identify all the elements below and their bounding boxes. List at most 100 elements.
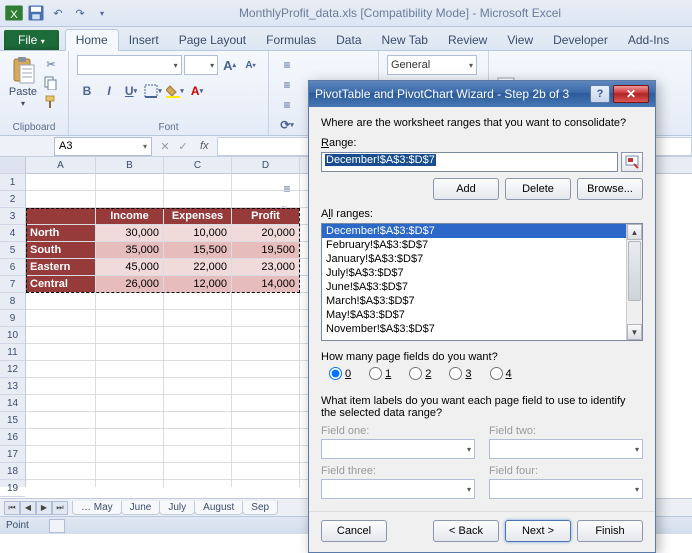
range-item[interactable]: November!$A$3:$D$7	[322, 322, 642, 336]
cell[interactable]	[96, 310, 164, 327]
cell[interactable]	[26, 327, 96, 344]
italic-icon[interactable]: I	[99, 81, 119, 101]
paste-label[interactable]: Paste	[9, 86, 37, 98]
cell[interactable]	[232, 412, 300, 429]
cell[interactable]: 10,000	[164, 225, 232, 242]
cell[interactable]: Eastern	[26, 259, 96, 276]
cell[interactable]	[232, 344, 300, 361]
scroll-up-icon[interactable]: ▲	[627, 224, 642, 240]
sheet-nav-prev-icon[interactable]: ◀	[20, 501, 36, 515]
cell[interactable]: 22,000	[164, 259, 232, 276]
tab-review[interactable]: Review	[438, 30, 497, 50]
shrink-font-icon[interactable]: A▾	[241, 55, 260, 75]
range-item[interactable]: January!$A$3:$D$7	[322, 252, 642, 266]
cell[interactable]	[164, 327, 232, 344]
cell[interactable]	[26, 446, 96, 463]
row-header[interactable]: 6	[0, 259, 25, 276]
row-header[interactable]: 8	[0, 293, 25, 310]
row-header[interactable]: 19	[0, 480, 25, 497]
bold-icon[interactable]: B	[77, 81, 97, 101]
cell[interactable]	[232, 429, 300, 446]
tab-new-tab[interactable]: New Tab	[372, 30, 438, 50]
browse-button[interactable]: Browse...	[577, 178, 643, 200]
cell[interactable]	[96, 395, 164, 412]
row-header[interactable]: 7	[0, 276, 25, 293]
cell[interactable]: 12,000	[164, 276, 232, 293]
cell[interactable]	[232, 480, 300, 487]
cell[interactable]	[164, 446, 232, 463]
sheet-tab[interactable]: June	[121, 501, 161, 515]
dialog-help-icon[interactable]: ?	[590, 85, 610, 103]
cell[interactable]: 14,000	[232, 276, 300, 293]
row-header[interactable]: 9	[0, 310, 25, 327]
range-picker-icon[interactable]	[621, 152, 643, 172]
cell[interactable]	[232, 446, 300, 463]
cell[interactable]	[164, 344, 232, 361]
qat-more-icon[interactable]: ▾	[92, 3, 112, 23]
row-header[interactable]: 17	[0, 446, 25, 463]
listbox-scrollbar[interactable]: ▲ ▼	[626, 224, 642, 340]
tab-page-layout[interactable]: Page Layout	[169, 30, 256, 50]
cell[interactable]	[232, 174, 300, 191]
cell[interactable]	[26, 310, 96, 327]
row-header[interactable]: 18	[0, 463, 25, 480]
tab-insert[interactable]: Insert	[119, 30, 169, 50]
row-header[interactable]: 11	[0, 344, 25, 361]
range-item[interactable]: July!$A$3:$D$7	[322, 266, 642, 280]
cell[interactable]	[26, 174, 96, 191]
cell[interactable]: Profit	[232, 208, 300, 225]
sheet-tab[interactable]: August	[194, 501, 243, 515]
range-item[interactable]: December!$A$3:$D$7	[322, 224, 642, 238]
back-button[interactable]: < Back	[433, 520, 499, 542]
row-header[interactable]: 4	[0, 225, 25, 242]
range-item[interactable]: February!$A$3:$D$7	[322, 238, 642, 252]
sheet-tab[interactable]: … May	[72, 501, 122, 515]
cell[interactable]	[26, 344, 96, 361]
col-header-D[interactable]: D	[232, 157, 300, 173]
fx-icon[interactable]: fx	[200, 140, 209, 152]
dialog-close-icon[interactable]: ✕	[613, 85, 649, 103]
paste-icon[interactable]	[8, 55, 38, 85]
tab-addins[interactable]: Add-Ins	[618, 30, 679, 50]
cell[interactable]: Expenses	[164, 208, 232, 225]
copy-icon[interactable]	[42, 74, 60, 92]
cut-icon[interactable]: ✂	[42, 55, 60, 73]
cell[interactable]	[26, 412, 96, 429]
row-header[interactable]: 3	[0, 208, 25, 225]
cell[interactable]	[164, 395, 232, 412]
cell[interactable]	[96, 191, 164, 208]
scroll-thumb[interactable]	[628, 241, 641, 301]
cell[interactable]	[164, 429, 232, 446]
row-header[interactable]: 15	[0, 412, 25, 429]
tab-file[interactable]: File ▾	[4, 30, 59, 50]
row-header[interactable]: 10	[0, 327, 25, 344]
grow-font-icon[interactable]: A▴	[220, 55, 239, 75]
cell[interactable]: Income	[96, 208, 164, 225]
name-box[interactable]: A3▾	[54, 137, 152, 156]
sheet-tab[interactable]: Sep	[242, 501, 278, 515]
page-field-radio-2[interactable]: 2	[409, 367, 431, 380]
cell[interactable]: North	[26, 225, 96, 242]
orientation-icon[interactable]: ⟳▾	[277, 115, 297, 135]
align-bottom-icon[interactable]: ≡	[277, 95, 297, 115]
row-header[interactable]: 16	[0, 429, 25, 446]
scroll-down-icon[interactable]: ▼	[627, 324, 642, 340]
cell[interactable]	[232, 361, 300, 378]
cell[interactable]	[164, 361, 232, 378]
cell[interactable]: 20,000	[232, 225, 300, 242]
row-header[interactable]: 1	[0, 174, 25, 191]
enter-formula-icon[interactable]: ✓	[174, 140, 192, 153]
excel-app-icon[interactable]: X	[4, 3, 24, 23]
cell[interactable]	[26, 378, 96, 395]
cell[interactable]	[26, 463, 96, 480]
cell[interactable]: 35,000	[96, 242, 164, 259]
cell[interactable]	[232, 310, 300, 327]
cell[interactable]: Central	[26, 276, 96, 293]
cell[interactable]	[164, 412, 232, 429]
cell[interactable]	[26, 191, 96, 208]
col-header-C[interactable]: C	[164, 157, 232, 173]
dialog-titlebar[interactable]: PivotTable and PivotChart Wizard - Step …	[309, 81, 655, 107]
cell[interactable]	[232, 293, 300, 310]
row-header[interactable]: 5	[0, 242, 25, 259]
range-input[interactable]: December!$A$3:$D$7	[321, 152, 618, 172]
